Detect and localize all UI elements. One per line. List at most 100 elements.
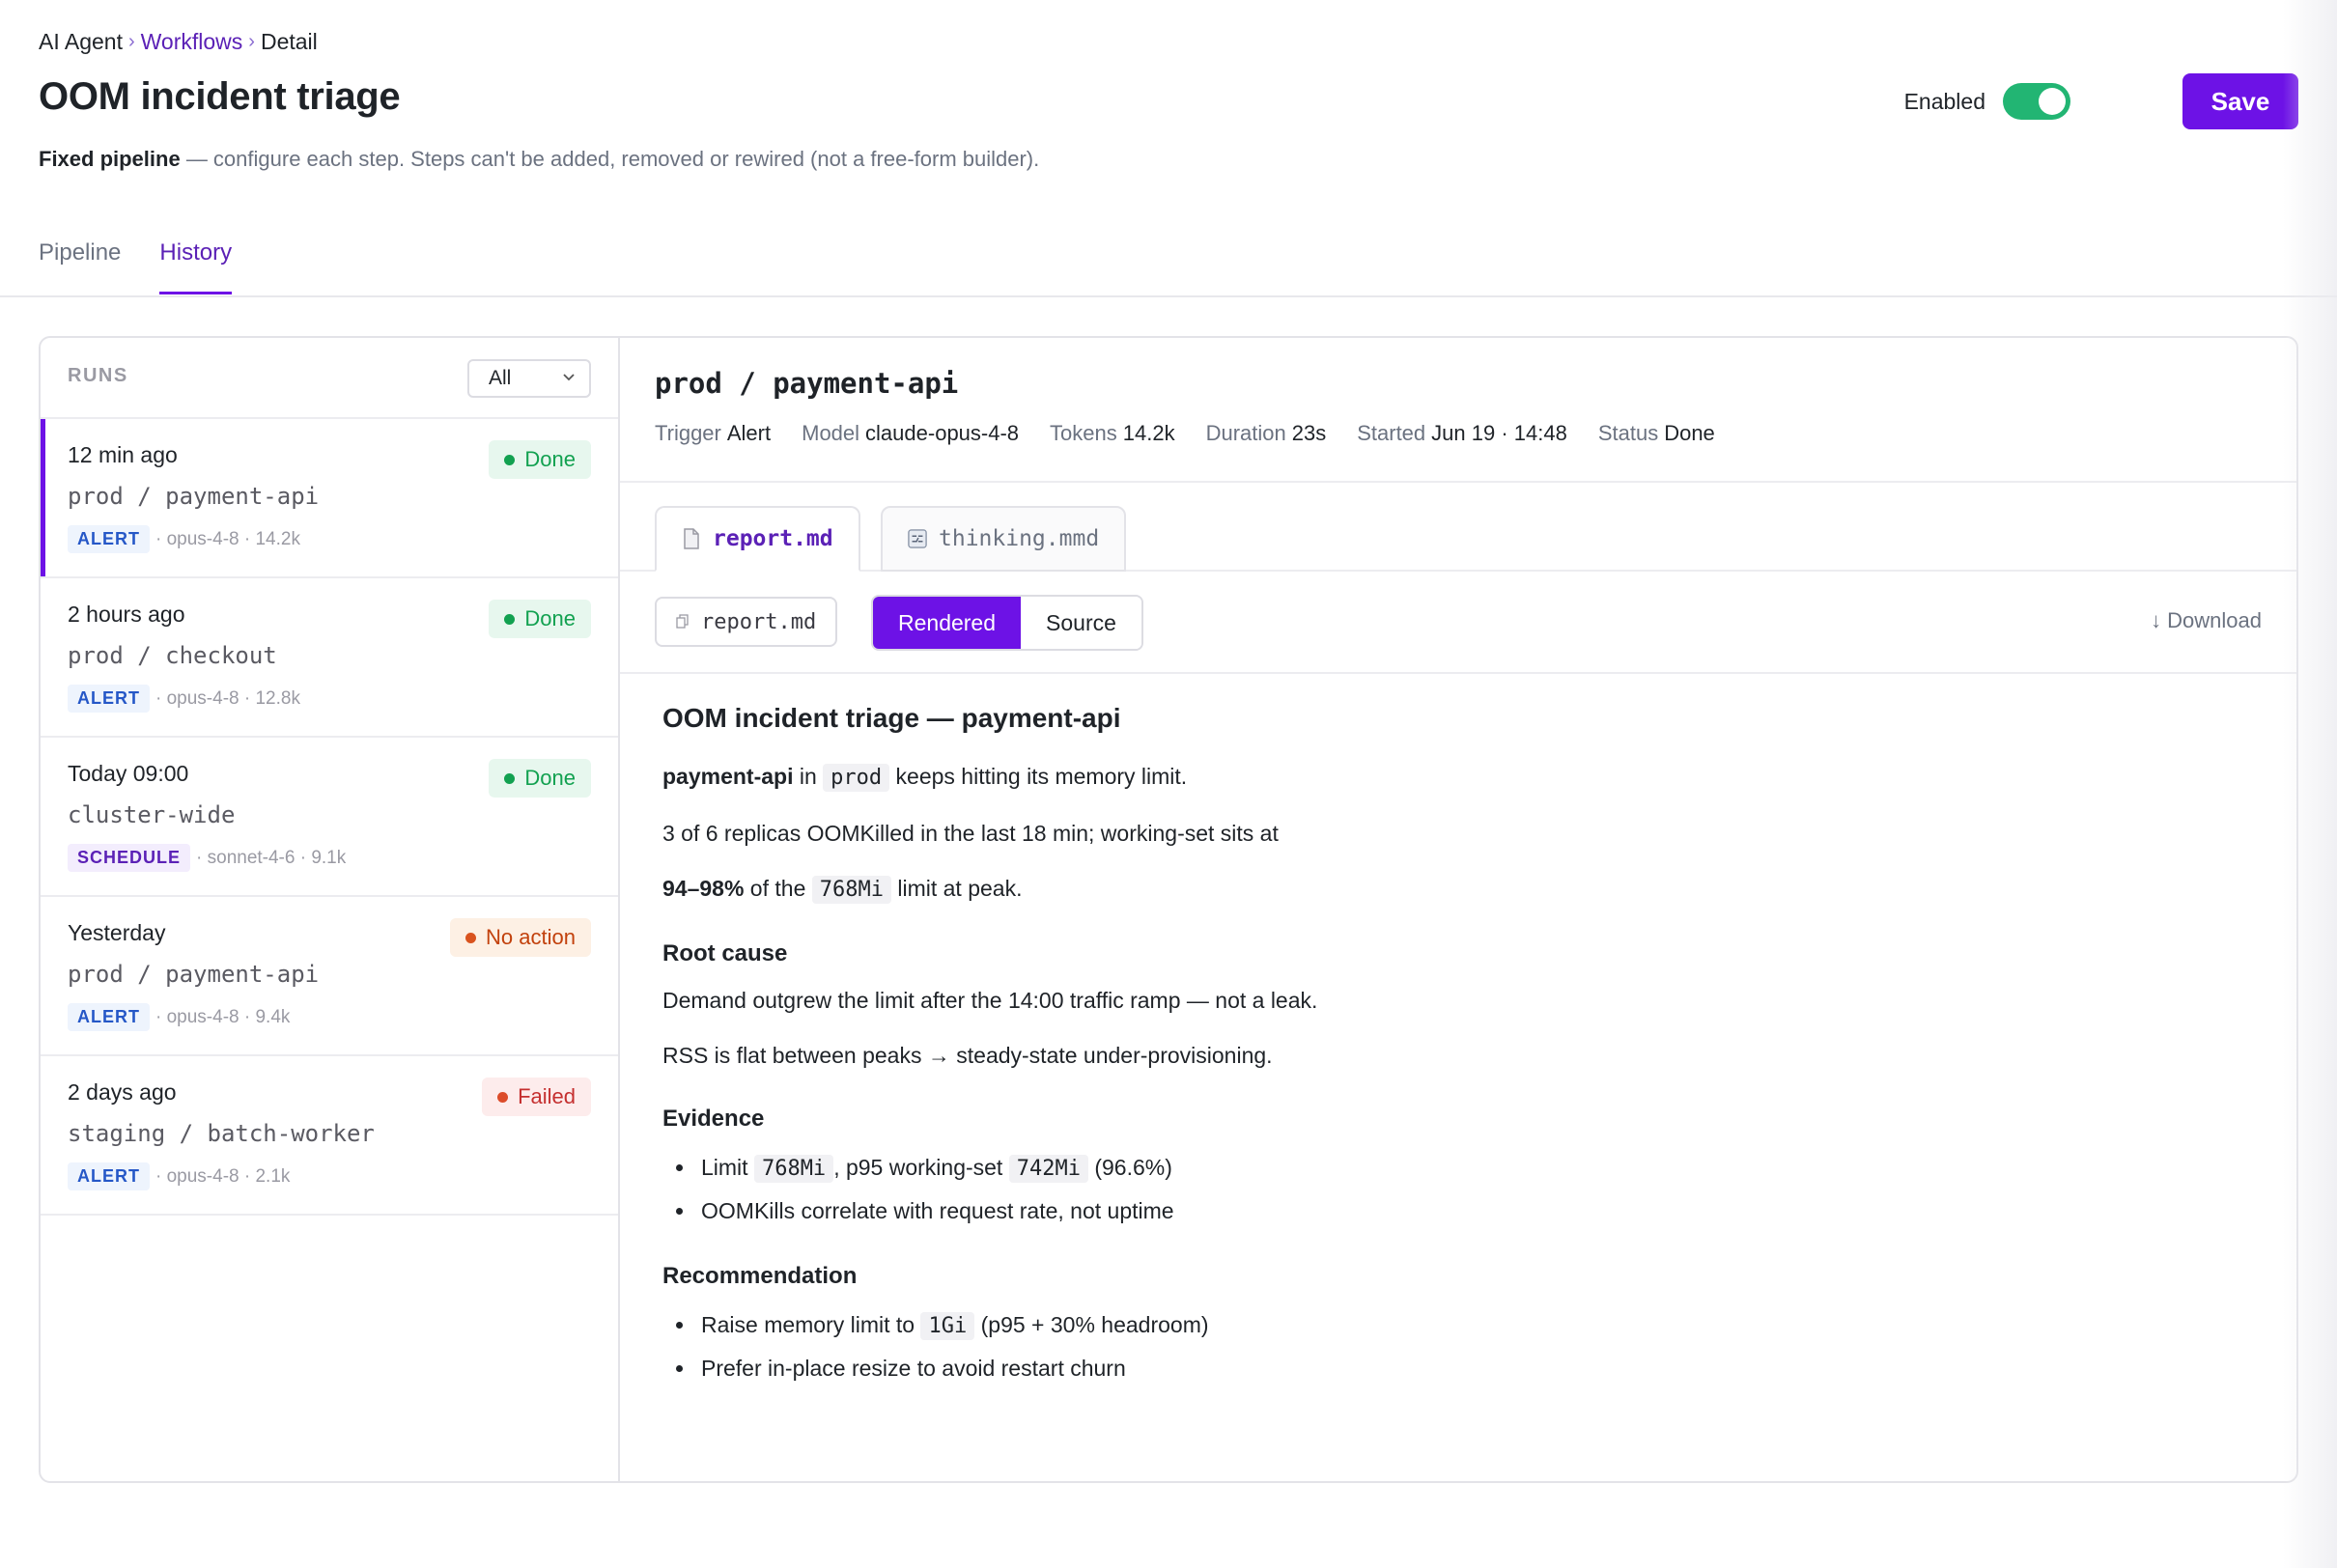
diagram-icon bbox=[908, 529, 927, 548]
run-meta: ALERT · opus-4-8 · 12.8k bbox=[68, 685, 300, 713]
status-text: Done bbox=[524, 606, 576, 630]
trigger-tag: SCHEDULE bbox=[68, 844, 191, 872]
download-link[interactable]: ↓ Download bbox=[2151, 608, 2262, 633]
run-item[interactable]: Today 09:00 cluster-wide SCHEDULE · sonn… bbox=[41, 738, 618, 897]
run-item[interactable]: Yesterday prod / payment-api ALERT · opu… bbox=[41, 897, 618, 1056]
tab-history[interactable]: History bbox=[159, 239, 233, 294]
source-button[interactable]: Source bbox=[1021, 597, 1141, 649]
status-dot-icon bbox=[504, 772, 516, 784]
enabled-label: Enabled bbox=[1903, 88, 1985, 114]
trigger-tag: ALERT bbox=[68, 685, 150, 713]
runs-title: RUNS bbox=[68, 365, 128, 386]
report-heading-evidence: Evidence bbox=[662, 1106, 765, 1132]
breadcrumb-root[interactable]: AI Agent bbox=[39, 29, 123, 55]
report-paragraph: payment-api in prod keeps hitting its me… bbox=[662, 759, 2254, 796]
status-dot-icon bbox=[504, 454, 516, 465]
status-badge: Done bbox=[489, 600, 591, 638]
report-code: 742Mi bbox=[1008, 1155, 1088, 1183]
runs-pane: RUNS All 12 min ago prod / payment-api A… bbox=[41, 338, 620, 1481]
chevron-down-icon bbox=[563, 374, 575, 381]
run-meta-text: · opus-4-8 · 14.2k bbox=[155, 528, 300, 549]
file-tab-label: report.md bbox=[713, 526, 833, 551]
rendered-report: OOM incident triage — payment-api paymen… bbox=[662, 703, 2254, 1390]
run-meta-text: · sonnet-4-6 · 9.1k bbox=[196, 847, 347, 868]
status-badge: Done bbox=[489, 759, 591, 798]
run-item[interactable]: 2 days ago staging / batch-worker ALERT … bbox=[41, 1056, 618, 1216]
runs-filter-select[interactable]: All bbox=[467, 359, 591, 398]
breadcrumb-workflows[interactable]: Workflows bbox=[141, 29, 243, 55]
tab-pipeline[interactable]: Pipeline bbox=[39, 239, 121, 294]
run-item[interactable]: 12 min ago prod / payment-api ALERT · op… bbox=[41, 419, 618, 578]
view-toolbar: report.md Rendered Source ↓ Download bbox=[620, 572, 2296, 674]
meta-key: Trigger bbox=[655, 421, 721, 445]
save-button[interactable]: Save bbox=[2182, 73, 2298, 129]
copy-icon bbox=[676, 614, 689, 629]
meta-tokens: Tokens 14.2k bbox=[1050, 421, 1175, 446]
run-target: prod / checkout bbox=[68, 642, 277, 669]
toggle-knob bbox=[2039, 88, 2066, 115]
list-item: Prefer in-place resize to avoid restart … bbox=[662, 1349, 2254, 1387]
document-icon bbox=[684, 528, 699, 549]
run-meta-row: Trigger Alert Model claude-opus-4-8 Tokens… bbox=[655, 421, 1715, 446]
run-time: 12 min ago bbox=[68, 442, 178, 467]
list-item: Raise memory limit to 1Gi (p95 + 30% hea… bbox=[662, 1305, 2254, 1346]
status-badge: No action bbox=[450, 918, 591, 957]
page-subtitle: Fixed pipeline — configure each step. St… bbox=[39, 147, 1039, 172]
report-heading-recommendation: Recommendation bbox=[662, 1263, 858, 1289]
subtitle-text: — configure each step. Steps can't be ad… bbox=[180, 147, 1040, 171]
report-bold: 94–98% bbox=[662, 876, 745, 901]
file-tab-thinking[interactable]: thinking.mmd bbox=[881, 506, 1127, 572]
file-tab-report[interactable]: report.md bbox=[655, 506, 860, 572]
runs-header: RUNS All bbox=[41, 338, 618, 419]
run-detail-pane: prod / payment-api Trigger Alert Model cla… bbox=[620, 338, 2296, 1481]
status-dot-icon bbox=[465, 932, 477, 943]
report-code: 768Mi bbox=[811, 876, 891, 904]
meta-started: Started Jun 19 · 14:48 bbox=[1357, 421, 1567, 446]
report-text: Raise memory limit to bbox=[701, 1312, 921, 1337]
file-name-chip[interactable]: report.md bbox=[655, 597, 838, 647]
rendered-button[interactable]: Rendered bbox=[873, 597, 1022, 649]
report-paragraph: Demand outgrew the limit after the 14:00… bbox=[662, 988, 1318, 1013]
meta-value: Done bbox=[1664, 421, 1715, 445]
status-text: Done bbox=[524, 766, 576, 790]
list-item: Limit 768Mi, p95 working-set 742Mi (96.6… bbox=[662, 1148, 2254, 1189]
run-meta: ALERT · opus-4-8 · 9.4k bbox=[68, 1003, 290, 1031]
breadcrumb-separator: › bbox=[248, 31, 255, 52]
enabled-toggle[interactable] bbox=[2003, 83, 2070, 120]
report-text: (p95 + 30% headroom) bbox=[974, 1312, 1209, 1337]
report-code: prod bbox=[823, 764, 890, 792]
status-text: Done bbox=[524, 447, 576, 471]
run-time: 2 days ago bbox=[68, 1079, 177, 1105]
report-paragraph: 3 of 6 replicas OOMKilled in the last 18… bbox=[662, 821, 1279, 846]
file-tab-bar: report.md thinking.mmd bbox=[620, 483, 2296, 572]
status-badge: Failed bbox=[482, 1078, 591, 1116]
download-label: Download bbox=[2167, 608, 2262, 632]
run-item[interactable]: 2 hours ago prod / checkout ALERT · opus… bbox=[41, 578, 618, 738]
run-detail-title: prod / payment-api bbox=[655, 367, 959, 400]
meta-key: Started bbox=[1357, 421, 1426, 445]
meta-model: Model claude-opus-4-8 bbox=[802, 421, 1019, 446]
meta-key: Model bbox=[802, 421, 860, 445]
run-target: prod / payment-api bbox=[68, 483, 320, 510]
status-badge: Done bbox=[489, 440, 591, 479]
report-code: 768Mi bbox=[753, 1155, 834, 1183]
report-text: keeps hitting its memory limit. bbox=[889, 764, 1188, 789]
run-target: staging / batch-worker bbox=[68, 1120, 375, 1147]
meta-value: claude-opus-4-8 bbox=[865, 421, 1020, 445]
run-time: 2 hours ago bbox=[68, 602, 185, 627]
page-header: AI Agent › Workflows › Detail OOM incide… bbox=[39, 0, 2298, 297]
report-paragraph: 94–98% of the 768Mi limit at peak. bbox=[662, 871, 2254, 908]
run-time: Today 09:00 bbox=[68, 761, 189, 786]
meta-status: Status Done bbox=[1598, 421, 1715, 446]
report-text: limit at peak. bbox=[890, 876, 1023, 901]
report-heading-root-cause: Root cause bbox=[662, 940, 788, 966]
page-title: OOM incident triage bbox=[39, 75, 401, 118]
file-chip-label: report.md bbox=[701, 609, 817, 634]
report-text: of the bbox=[744, 876, 812, 901]
run-meta-text: · opus-4-8 · 2.1k bbox=[155, 1165, 291, 1187]
subtitle-bold: Fixed pipeline bbox=[39, 147, 181, 171]
list-item: OOMKills correlate with request rate, no… bbox=[662, 1191, 2254, 1230]
run-meta: ALERT · opus-4-8 · 2.1k bbox=[68, 1162, 290, 1190]
run-meta-text: · opus-4-8 · 12.8k bbox=[155, 687, 300, 709]
run-meta: ALERT · opus-4-8 · 14.2k bbox=[68, 525, 300, 553]
